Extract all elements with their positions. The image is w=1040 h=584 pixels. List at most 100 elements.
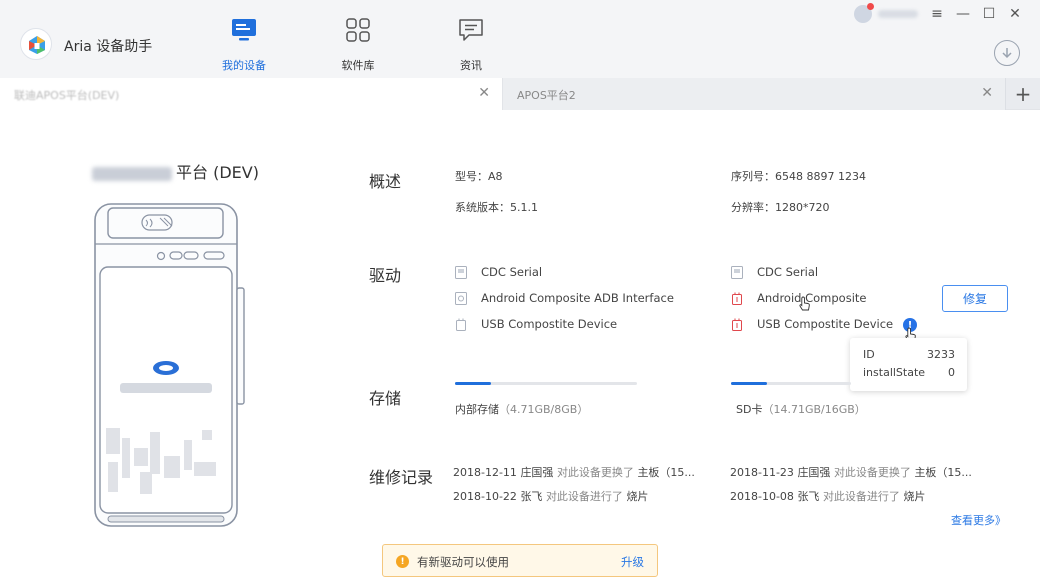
tab-close-icon[interactable]: ✕: [478, 85, 490, 101]
app-logo: [20, 28, 52, 60]
sd-storage-fill: [731, 382, 767, 385]
close-window-icon[interactable]: ✕: [1002, 4, 1028, 24]
driver-item: CDC Serial: [731, 265, 818, 279]
record-item: 主板（15...: [914, 466, 972, 479]
tooltip-row: ID 3233: [863, 348, 955, 361]
driver-ok-icon: [455, 265, 467, 279]
drivers-title: 驱动: [369, 266, 402, 285]
record-item: 烧片: [626, 490, 649, 503]
notice-text: 有新驱动可以使用: [417, 555, 509, 569]
driver-update-notice: ! 有新驱动可以使用 升级: [382, 544, 658, 577]
record-person: 庄国强: [797, 466, 831, 479]
record-date: 2018-11-23: [730, 466, 794, 479]
hand-cursor-icon: [799, 296, 810, 311]
driver-name: CDC Serial: [481, 265, 543, 279]
record-action: 对此设备更换了: [833, 466, 911, 479]
tooltip-value: 0: [948, 366, 955, 379]
driver-ok-icon: [455, 291, 467, 305]
title-bar: Aria 设备助手 我的设备 软件库 资讯 ≡ — ☐ ✕: [0, 0, 1040, 78]
view-more-link[interactable]: 查看更多》: [951, 512, 1006, 528]
record-row: 2018-10-08 张飞 对此设备进行了 烧片: [730, 488, 980, 504]
minimize-icon[interactable]: —: [950, 4, 976, 24]
driver-ok-icon: [456, 318, 466, 331]
record-date: 2018-10-08: [730, 490, 794, 503]
driver-name: Android Composite ADB Interface: [481, 291, 674, 305]
records-title: 维修记录: [369, 468, 434, 487]
tab-close-icon[interactable]: ✕: [981, 85, 993, 101]
menu-icon[interactable]: ≡: [924, 4, 950, 24]
driver-name: Android Composite: [757, 291, 867, 305]
nav-news[interactable]: 资讯: [426, 0, 516, 78]
apps-grid-icon: [346, 18, 370, 42]
tooltip-row: installState 0: [863, 366, 955, 379]
nav-my-devices[interactable]: 我的设备: [199, 0, 289, 78]
driver-ok-icon: [731, 265, 743, 279]
tooltip-key: ID: [863, 348, 875, 361]
record-row: 2018-11-23 庄国强 对此设备更换了 主板（15...: [730, 464, 980, 480]
driver-name: CDC Serial: [757, 265, 819, 279]
app-name: Aria 设备助手: [64, 39, 153, 55]
internal-storage-bar: [455, 382, 637, 385]
record-row: 2018-10-22 张飞 对此设备进行了 烧片: [453, 488, 703, 504]
device-title: 平台 (DEV): [92, 159, 259, 183]
driver-error-icon: [732, 318, 742, 331]
device-title-suffix: 平台 (DEV): [176, 163, 259, 182]
record-action: 对此设备进行了: [545, 490, 623, 503]
driver-item: USB Compostite Device: [731, 317, 893, 331]
download-icon[interactable]: [994, 40, 1020, 66]
tab-label: APOS平台2: [517, 89, 576, 102]
nav-software-library[interactable]: 软件库: [313, 0, 403, 78]
driver-error-icon: [732, 292, 742, 305]
storage-detail: （14.71GB/16GB）: [762, 403, 866, 416]
tab-bar: 联迪APOS平台(DEV) ✕ APOS平台2 ✕ +: [0, 78, 1040, 110]
nav-label: 软件库: [341, 59, 375, 72]
serial-value: 序列号：6548 8897 1234: [731, 170, 866, 183]
tab-label: 联迪APOS平台(DEV): [14, 89, 120, 102]
internal-storage-label: 内部存储（4.71GB/8GB）: [455, 401, 588, 417]
record-item: 主板（15...: [637, 466, 695, 479]
model-value: 型号：A8: [455, 170, 503, 183]
repair-button[interactable]: 修复: [942, 285, 1008, 312]
maximize-icon[interactable]: ☐: [976, 4, 1002, 24]
tab-apos-2[interactable]: APOS平台2 ✕: [503, 78, 1006, 110]
record-person: 张飞: [797, 490, 820, 503]
pos-device-illustration: [94, 203, 245, 527]
driver-info-tooltip: ID 3233 installState 0: [850, 338, 967, 391]
notification-dot: [867, 3, 874, 10]
storage-name: 内部存储: [455, 403, 499, 416]
tooltip-key: installState: [863, 366, 926, 379]
driver-name: USB Compostite Device: [481, 317, 618, 331]
os-version-value: 系统版本：5.1.1: [455, 201, 538, 214]
record-person: 庄国强: [520, 466, 554, 479]
nav-label: 资讯: [460, 59, 482, 72]
add-tab-icon[interactable]: +: [1006, 78, 1040, 110]
record-action: 对此设备更换了: [556, 466, 634, 479]
sd-storage-label: SD卡（14.71GB/16GB）: [736, 401, 866, 417]
nav-label: 我的设备: [222, 59, 266, 72]
storage-detail: （4.71GB/8GB）: [499, 403, 589, 416]
driver-item: Android Composite ADB Interface: [455, 291, 674, 305]
driver-item: USB Compostite Device: [455, 317, 617, 331]
record-date: 2018-10-22: [453, 490, 517, 503]
tab-device-dev[interactable]: 联迪APOS平台(DEV) ✕: [0, 78, 503, 110]
record-person: 张飞: [520, 490, 543, 503]
driver-name: USB Compostite Device: [757, 317, 894, 331]
resolution-value: 分辨率：1280*720: [731, 201, 830, 214]
message-icon: [459, 19, 483, 41]
device-name-blurred: [92, 166, 172, 181]
overview-title: 概述: [369, 172, 402, 191]
upgrade-link[interactable]: 升级: [621, 554, 644, 570]
record-item: 烧片: [903, 490, 926, 503]
username-blurred[interactable]: [878, 10, 918, 18]
internal-storage-fill: [455, 382, 492, 385]
warning-icon: !: [396, 555, 409, 568]
record-row: 2018-12-11 庄国强 对此设备更换了 主板（15...: [453, 464, 703, 480]
tooltip-value: 3233: [927, 348, 955, 361]
monitor-icon: [232, 19, 256, 41]
driver-item: CDC Serial: [455, 265, 542, 279]
storage-title: 存储: [369, 389, 402, 408]
storage-name: SD卡: [736, 403, 763, 416]
record-date: 2018-12-11: [453, 466, 517, 479]
sd-storage-bar: [731, 382, 851, 385]
user-avatar[interactable]: [854, 3, 874, 23]
